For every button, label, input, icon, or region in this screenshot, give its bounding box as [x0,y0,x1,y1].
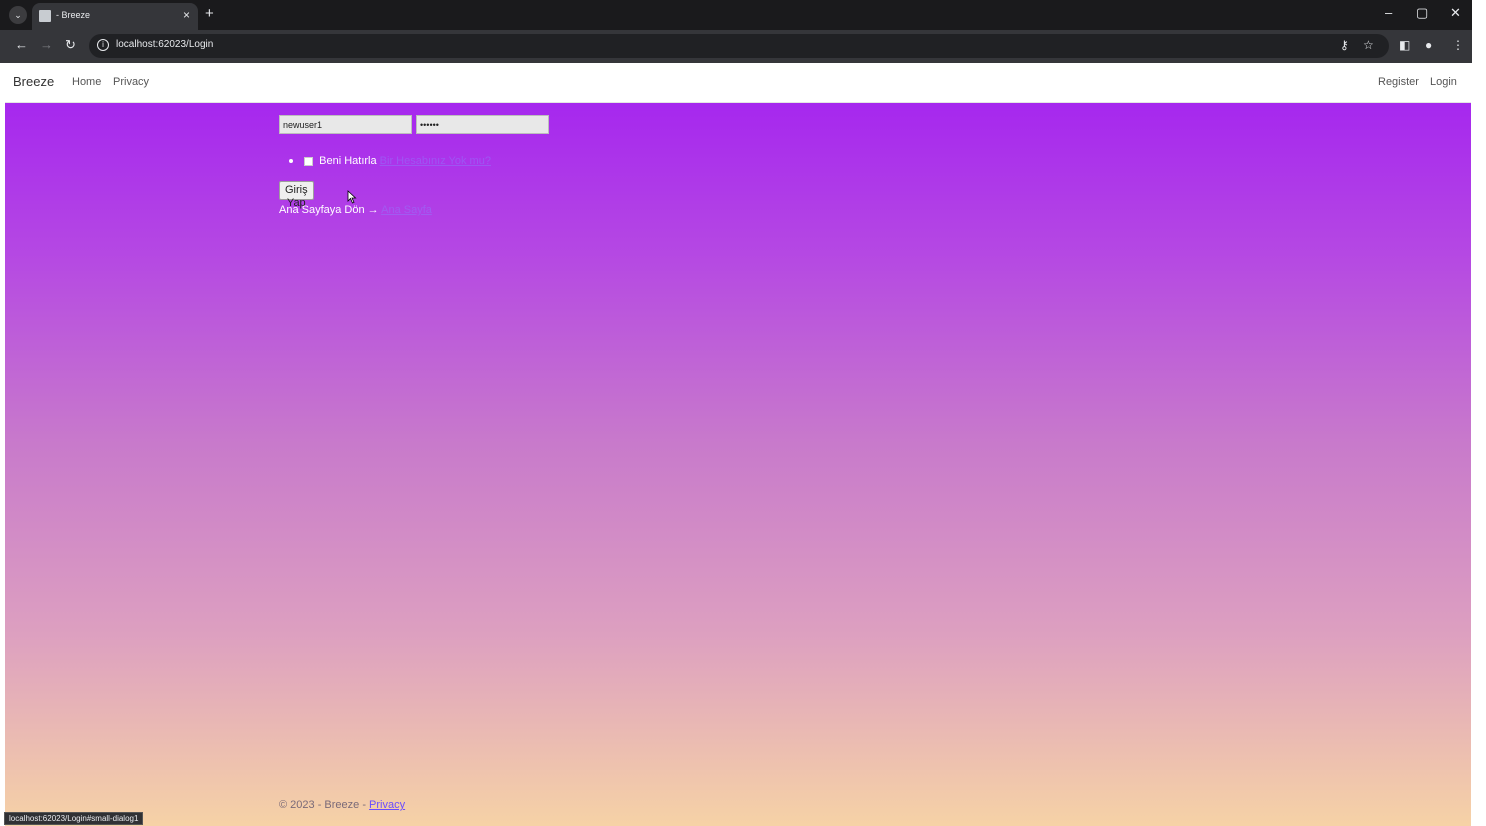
list-bullet [289,159,293,164]
brand-link[interactable]: Breeze [13,74,54,89]
remember-me-row: Beni Hatırla Bir Hesabınız Yok mu? [289,155,491,167]
back-to-home-row: Ana Sayfaya Dön → Ana Sayfa [279,204,432,216]
signup-link[interactable]: Bir Hesabınız Yok mu? [380,155,491,167]
tab-close-icon[interactable]: × [183,8,190,22]
tab-title: - Breeze [56,10,91,20]
page-body: Breeze Home Privacy Register Login newus… [5,63,1471,826]
reload-icon[interactable]: ↻ [65,37,76,53]
username-input[interactable]: newuser1 [279,115,412,134]
menu-kebab-icon[interactable]: ⋮ [1452,38,1464,52]
browser-toolbar: ← → ↻ i localhost:62023/Login ⚷ ☆ ◧ ● ⋮ [0,30,1472,63]
back-to-home-text: Ana Sayfaya Dön → [279,204,379,216]
back-arrow-icon[interactable]: ← [15,37,28,52]
maximize-icon[interactable]: ▢ [1416,5,1428,21]
minimize-icon[interactable]: – [1385,5,1392,20]
new-tab-icon[interactable]: + [205,5,214,22]
password-key-icon[interactable]: ⚷ [1340,38,1349,52]
password-input[interactable]: •••••• [416,115,549,134]
remember-me-checkbox[interactable] [304,156,314,166]
tab-search-chevron-icon[interactable]: ⌄ [9,6,27,24]
site-navbar: Breeze Home Privacy Register Login [5,63,1471,103]
nav-link-register[interactable]: Register [1378,76,1419,88]
page-footer: © 2023 - Breeze - Privacy [279,799,405,811]
forward-arrow-icon[interactable]: → [40,37,53,52]
footer-privacy-link[interactable]: Privacy [369,799,405,811]
page-favicon-icon [39,10,51,22]
login-submit-button[interactable]: Giriş Yap [279,181,314,209]
status-bar-url: localhost:62023/Login#small-dialog1 [4,812,144,825]
nav-link-login[interactable]: Login [1430,76,1457,88]
remember-me-label: Beni Hatırla [319,155,377,167]
address-bar[interactable]: i localhost:62023/Login [89,34,1389,58]
profile-icon[interactable]: ● [1425,38,1432,52]
home-page-link[interactable]: Ana Sayfa [381,204,432,216]
nav-link-home[interactable]: Home [72,76,101,88]
mouse-cursor-icon [347,190,357,204]
window-close-icon[interactable]: ✕ [1450,5,1461,21]
url-text[interactable]: localhost:62023/Login [116,39,213,50]
bookmark-star-icon[interactable]: ☆ [1363,38,1374,52]
footer-copyright: © 2023 - Breeze - [279,799,370,811]
site-info-icon[interactable]: i [97,39,109,51]
tab-strip: ⌄ - Breeze × + – ▢ ✕ [0,0,1472,30]
nav-link-privacy[interactable]: Privacy [113,76,149,88]
browser-chrome: ⌄ - Breeze × + – ▢ ✕ ← → ↻ i localhost:6… [0,0,1472,63]
browser-tab[interactable]: - Breeze × [32,3,198,30]
side-panel-icon[interactable]: ◧ [1399,38,1410,52]
